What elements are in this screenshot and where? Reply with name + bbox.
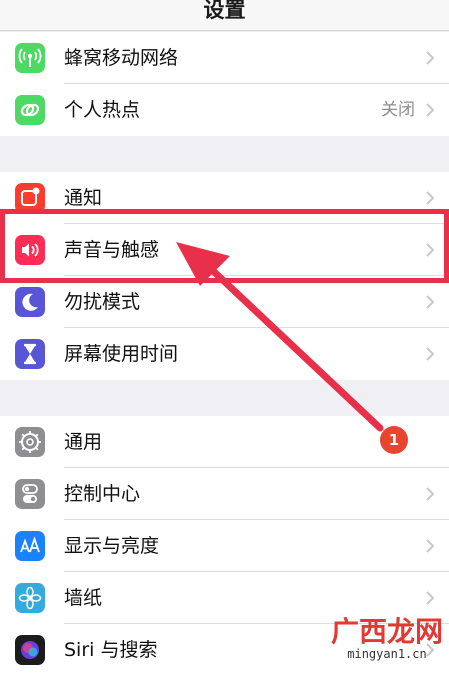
annotation-arrow (176, 242, 384, 432)
watermark: 广西龙网 mingyan1.cn (330, 615, 443, 662)
watermark-domain: mingyan1.cn (347, 647, 427, 661)
step-badge: 1 (380, 426, 408, 454)
watermark-title: 广西龙网 (330, 615, 443, 648)
